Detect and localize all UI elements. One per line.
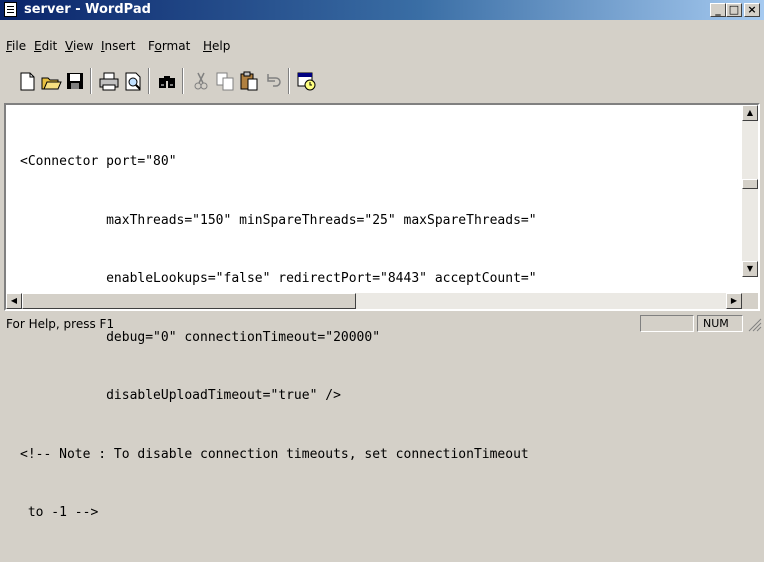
document-line: disableUploadTimeout="true" /> (20, 388, 341, 403)
menu-edit[interactable]: Edit (34, 39, 57, 53)
scroll-down-button[interactable]: ▼ (742, 261, 758, 277)
vertical-scrollbar[interactable]: ▲ ▼ (742, 105, 758, 277)
new-icon[interactable] (16, 70, 38, 92)
menu-file[interactable]: File (6, 39, 26, 53)
copy-icon[interactable] (214, 70, 236, 92)
menu-help[interactable]: Help (203, 39, 230, 53)
open-icon[interactable] (40, 70, 62, 92)
scroll-up-button[interactable]: ▲ (742, 105, 758, 121)
document-line: <Connector port="80" (20, 154, 177, 169)
print-icon[interactable] (98, 70, 120, 92)
scroll-left-button[interactable]: ◀ (6, 293, 22, 309)
horizontal-scroll-thumb[interactable] (22, 293, 356, 309)
horizontal-scrollbar[interactable]: ◀ ▶ (6, 293, 742, 309)
find-icon[interactable] (156, 70, 178, 92)
scroll-right-button[interactable]: ▶ (726, 293, 742, 309)
status-help-text: For Help, press F1 (6, 317, 115, 331)
document-text[interactable]: <Connector port="80" maxThreads="150" mi… (20, 113, 537, 562)
window-title: server - WordPad (24, 2, 151, 17)
insert-date-time-icon[interactable] (296, 70, 318, 92)
status-panel-empty (640, 315, 694, 332)
save-icon[interactable] (64, 70, 86, 92)
cut-icon[interactable] (190, 70, 212, 92)
wordpad-app-icon[interactable] (4, 2, 17, 17)
scrollbar-corner (742, 293, 758, 309)
title-bar[interactable]: server - WordPad _ □ × (0, 0, 764, 20)
menu-format[interactable]: Format (148, 39, 190, 53)
document-line: <!-- Note : To disable connection timeou… (20, 446, 529, 462)
document-editor[interactable]: <Connector port="80" maxThreads="150" mi… (4, 103, 760, 520)
close-button[interactable]: × (744, 3, 760, 17)
toolbar (4, 60, 760, 100)
print-preview-icon[interactable] (122, 70, 144, 92)
paste-icon[interactable] (238, 70, 260, 92)
resize-grip-icon[interactable] (748, 318, 762, 332)
minimize-button[interactable]: _ (710, 3, 726, 17)
menu-insert[interactable]: Insert (101, 39, 135, 53)
status-num-indicator: NUM (697, 315, 743, 332)
maximize-button[interactable]: □ (726, 3, 742, 17)
undo-icon[interactable] (262, 70, 284, 92)
wordpad-window: server - WordPad _ □ × File Edit View In… (0, 0, 764, 520)
menu-bar: File Edit View Insert Format Help (0, 36, 764, 58)
menu-view[interactable]: View (65, 39, 93, 53)
document-line: enableLookups="false" redirectPort="8443… (20, 271, 537, 286)
status-bar: For Help, press F1 NUM (0, 312, 764, 334)
document-line: to -1 --> (20, 505, 99, 520)
vertical-scroll-thumb[interactable] (742, 179, 758, 189)
document-line: maxThreads="150" minSpareThreads="25" ma… (20, 212, 537, 228)
